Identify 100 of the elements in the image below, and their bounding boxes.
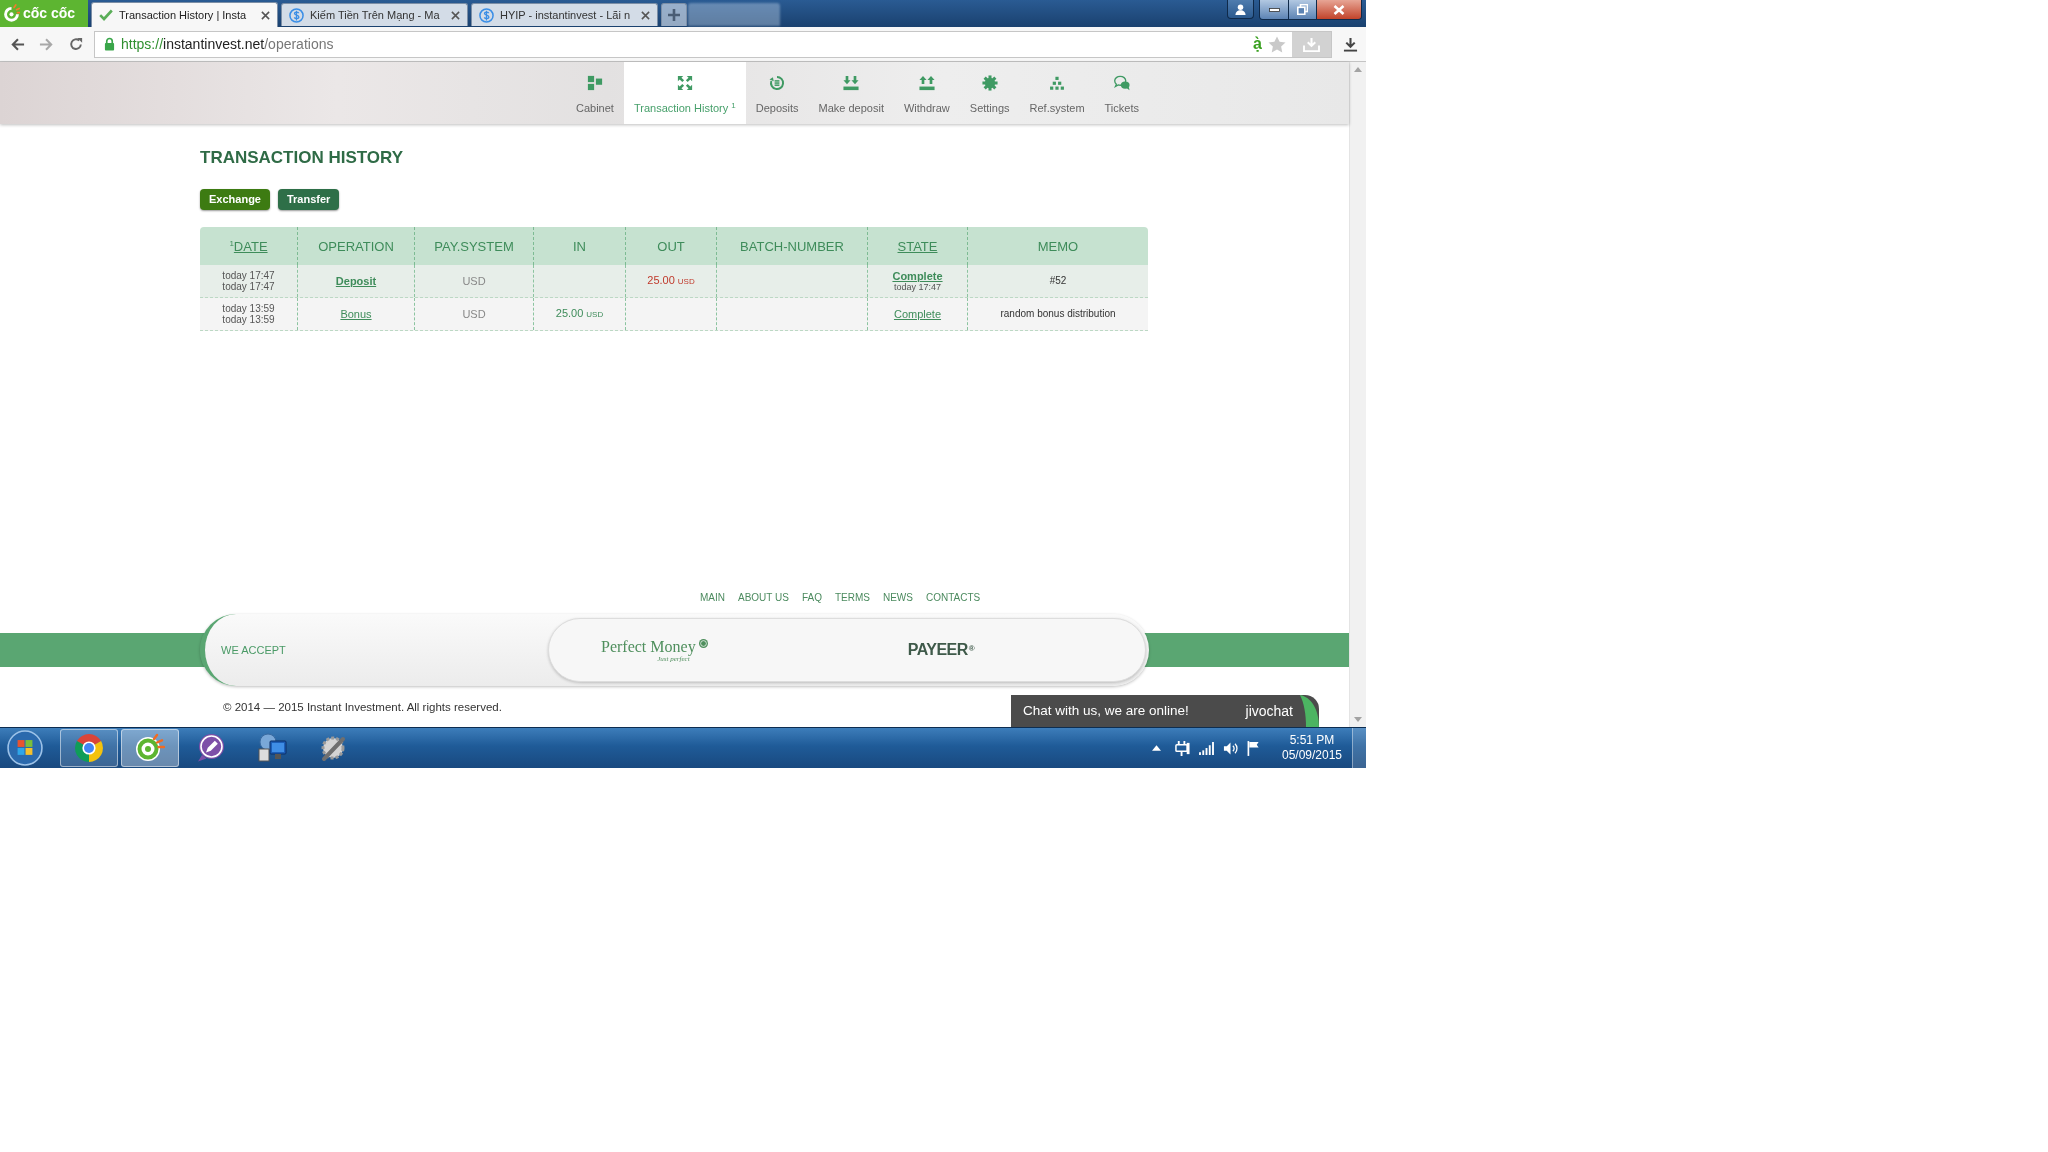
browser-tab[interactable]: HYIP - instantinvest - Lãi n [471,3,658,26]
chat-bubble-pencil-icon [196,733,226,763]
flag-icon[interactable] [1247,740,1260,756]
close-icon[interactable] [641,10,650,20]
column-header: OUT [657,238,685,254]
action-button[interactable]: Exchange [200,189,270,210]
footer-link[interactable]: MAIN [700,589,725,605]
memo-text: random bonus distribution [1000,308,1116,320]
plus-icon [668,9,680,21]
monitor-globe-icon [257,733,287,763]
date-text: today 13:59 [222,314,275,325]
nav-item[interactable]: Deposits [745,62,809,124]
ring-rays-icon [135,733,165,763]
gear-icon [981,75,998,91]
date-text: today 17:47 [222,270,275,281]
footer-link[interactable]: CONTACTS [925,589,981,605]
close-icon[interactable] [451,10,460,20]
column-header: BATCH-NUMBER [740,238,844,254]
sort-link[interactable]: DATE [233,238,268,254]
show-desktop-button[interactable] [1352,728,1366,768]
pyramid-squares-icon [1049,75,1066,91]
footer-link[interactable]: TERMS [834,589,870,605]
dollar-circle-icon [289,7,304,23]
up-arrows-bar-icon [918,75,935,91]
payment-logo-text: PAYEER$^{®}$ [907,640,975,660]
account-button[interactable] [1227,0,1254,19]
minimize-icon [1268,7,1280,12]
date-text: today 17:47 [222,281,275,292]
amount-text: 25.00 USD [647,274,695,288]
browser-tab[interactable]: Transaction History | Insta [91,2,278,27]
url-text: https://instantinvest.net/operations [121,34,334,54]
nav-item[interactable]: Make deposit [808,62,894,124]
sort-link[interactable]: STATE [897,238,938,254]
taskbar-button[interactable] [60,729,118,767]
copyright-text: © 2014 — 2015 Instant Investment. All rights reserved. [223,700,502,716]
speech-bubbles-icon [1113,75,1130,91]
speaker-icon[interactable] [1223,740,1238,756]
close-window-button[interactable] [1317,0,1361,19]
four-arrows-icon [676,75,693,91]
date-text: today 13:59 [222,303,275,314]
caret-up-icon[interactable] [1152,745,1161,751]
ring-rays-logo-icon [3,4,20,23]
amount-text: 25.00 USD [555,307,604,321]
squares-icon [586,75,603,91]
restore-icon [1297,4,1308,15]
new-tab-button[interactable] [661,3,687,26]
check-icon [99,9,113,21]
dollar-circle-icon [479,7,494,23]
clock[interactable]: 5:51 PM 05/09/2015 [1274,733,1350,763]
status-value-link[interactable]: Complete [893,308,942,320]
column-header: IN [573,238,586,254]
close-icon[interactable] [261,10,270,20]
status-value-link[interactable]: Complete [892,270,943,282]
footer-link[interactable]: NEWS [882,589,913,605]
star-icon[interactable] [1268,35,1286,53]
cycle-coins-icon [769,75,786,91]
page-title: TRANSACTION HISTORY [200,148,404,168]
forward-arrow-icon [39,36,54,52]
address-field[interactable]: https://instantinvest.net/operations ạ̀ [94,30,1332,58]
column-header: OPERATION [318,238,394,254]
round-seal-icon [698,638,708,648]
nav-item[interactable]: Cabinet [566,62,624,124]
color-wheel-icon [74,733,104,763]
reload-icon [68,37,83,51]
sort-index: 1 [229,239,234,248]
lock-icon [104,37,115,51]
chat-text: Chat with us, we are online! [1023,701,1189,720]
power-plug-icon[interactable] [1175,739,1190,757]
column-header: PAY.SYSTEM [434,238,514,254]
restore-button[interactable] [1289,0,1317,19]
browser-brand: cốc cốc [23,4,76,23]
nav-item[interactable]: Tickets [1094,62,1149,124]
chat-widget[interactable]: Chat with us, we are online! jivochat [1011,695,1319,727]
browser-logo[interactable]: cốc cốc [0,0,88,27]
operation-link[interactable]: Bonus [340,307,372,321]
clock-date: 05/09/2015 [1281,748,1343,763]
back-arrow-icon [10,36,25,52]
currency-text: USD [462,307,486,321]
nav-item[interactable]: Settings [959,62,1020,124]
input-method-toggle[interactable]: ạ̀ [1253,35,1262,53]
footer-link[interactable]: FAQ [801,589,822,605]
clock-time: 5:51 PM [1289,733,1335,748]
browser-tab[interactable]: Kiếm Tiền Trên Mạng - Ma [281,3,468,26]
person-icon [1235,3,1246,15]
nav-item[interactable]: Transaction History $^{1}$ [623,62,746,124]
tray-arrow-icon [1303,36,1320,52]
leaf-icon [1299,695,1319,727]
column-header: MEMO [1037,238,1079,254]
memo-text: #52 [1049,275,1067,287]
nav-item[interactable]: Withdraw [893,62,960,124]
nav-item[interactable]: Ref.system [1019,62,1095,124]
currency-text: USD [462,274,486,288]
minimize-button[interactable] [1260,0,1289,19]
action-button[interactable]: Transfer [277,189,340,210]
footer-link[interactable]: ABOUT US [738,589,789,605]
signal-bars-icon[interactable] [1199,741,1214,755]
down-arrows-bar-icon [843,75,860,91]
we-accept-label: WE ACCEPT [221,642,286,658]
payment-logo-text: Perfect Money [601,637,696,655]
operation-link[interactable]: Deposit [335,274,377,288]
